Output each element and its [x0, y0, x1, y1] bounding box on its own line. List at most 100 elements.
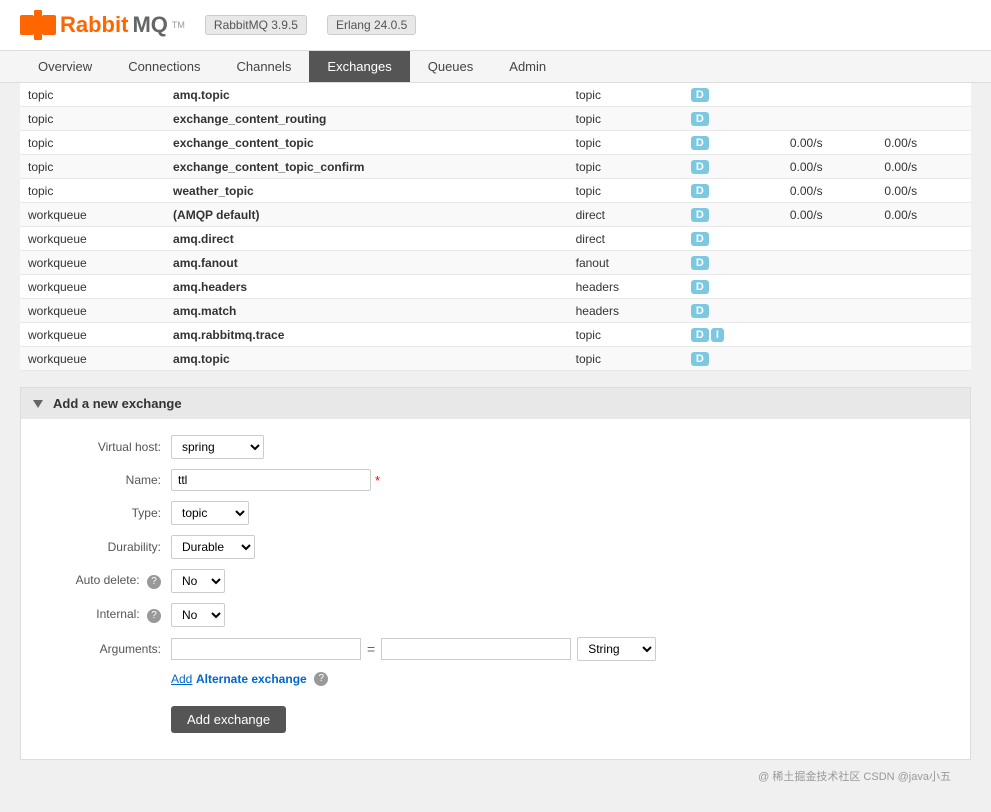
internal-label: Internal: ?	[41, 607, 171, 623]
alternate-exchange-help[interactable]: ?	[314, 672, 328, 686]
add-button-row: Add exchange	[41, 696, 950, 733]
type-select[interactable]: directfanoutheaderstopic	[171, 501, 249, 525]
features-cell: D	[683, 155, 782, 179]
nav-channels[interactable]: Channels	[218, 51, 309, 82]
vhost-cell: topic	[20, 83, 165, 107]
features-cell: DI	[683, 323, 782, 347]
vhost-cell: workqueue	[20, 347, 165, 371]
internal-select[interactable]: NoYes	[171, 603, 225, 627]
rate-out-cell	[876, 107, 971, 131]
logo-tm: TM	[172, 20, 185, 30]
nav-queues[interactable]: Queues	[410, 51, 492, 82]
nav-exchanges[interactable]: Exchanges	[309, 51, 409, 82]
table-row[interactable]: topicweather_topictopicD0.00/s0.00/s	[20, 179, 971, 203]
add-exchange-button[interactable]: Add exchange	[171, 706, 286, 733]
rate-in-cell	[782, 347, 877, 371]
vhost-cell: workqueue	[20, 251, 165, 275]
table-row[interactable]: workqueueamq.matchheadersD	[20, 299, 971, 323]
add-exchange-header[interactable]: Add a new exchange	[21, 388, 970, 419]
type-cell: topic	[568, 83, 683, 107]
type-label: Type:	[41, 506, 171, 520]
durability-label: Durability:	[41, 540, 171, 554]
rate-in-cell	[782, 275, 877, 299]
type-cell: topic	[568, 323, 683, 347]
rate-in-cell	[782, 323, 877, 347]
erlang-version: Erlang 24.0.5	[327, 15, 416, 35]
name-input[interactable]	[171, 469, 371, 491]
rate-out-cell	[876, 299, 971, 323]
rate-out-cell	[876, 227, 971, 251]
rabbit-logo-icon	[20, 10, 56, 40]
features-cell: D	[683, 131, 782, 155]
table-row[interactable]: workqueueamq.rabbitmq.tracetopicDI	[20, 323, 971, 347]
name-cell[interactable]: weather_topic	[165, 179, 568, 203]
rate-in-cell: 0.00/s	[782, 131, 877, 155]
table-row[interactable]: workqueue(AMQP default)directD0.00/s0.00…	[20, 203, 971, 227]
table-row[interactable]: topicexchange_content_topic_confirmtopic…	[20, 155, 971, 179]
name-cell[interactable]: exchange_content_routing	[165, 107, 568, 131]
table-row[interactable]: workqueueamq.topictopicD	[20, 347, 971, 371]
required-star: *	[375, 473, 380, 488]
arguments-value-input[interactable]	[381, 638, 571, 660]
type-cell: direct	[568, 203, 683, 227]
table-row[interactable]: workqueueamq.fanoutfanoutD	[20, 251, 971, 275]
nav-overview[interactable]: Overview	[20, 51, 110, 82]
name-cell[interactable]: amq.rabbitmq.trace	[165, 323, 568, 347]
type-cell: topic	[568, 155, 683, 179]
features-cell: D	[683, 179, 782, 203]
table-row[interactable]: topicexchange_content_routingtopicD	[20, 107, 971, 131]
vhost-cell: topic	[20, 155, 165, 179]
name-cell[interactable]: exchange_content_topic	[165, 131, 568, 155]
vhost-cell: topic	[20, 179, 165, 203]
auto-delete-select[interactable]: NoYes	[171, 569, 225, 593]
arguments-key-input[interactable]	[171, 638, 361, 660]
rate-in-cell	[782, 227, 877, 251]
arguments-label: Arguments:	[41, 642, 171, 656]
table-row[interactable]: topicamq.topictopicD	[20, 83, 971, 107]
durability-select[interactable]: DurableTransient	[171, 535, 255, 559]
add-exchange-title: Add a new exchange	[53, 396, 182, 411]
internal-help[interactable]: ?	[147, 609, 161, 623]
auto-delete-help[interactable]: ?	[147, 575, 161, 589]
arguments-row: Arguments: = StringNumberBoolean	[41, 637, 950, 661]
vhost-cell: topic	[20, 107, 165, 131]
add-exchange-section: Add a new exchange Virtual host: spring/…	[20, 387, 971, 760]
collapse-icon	[33, 400, 43, 408]
name-cell[interactable]: amq.fanout	[165, 251, 568, 275]
features-cell: D	[683, 83, 782, 107]
name-cell[interactable]: amq.topic	[165, 347, 568, 371]
logo: RabbitMQTM	[20, 10, 185, 40]
type-cell: topic	[568, 347, 683, 371]
type-cell: topic	[568, 131, 683, 155]
name-cell[interactable]: amq.direct	[165, 227, 568, 251]
name-cell[interactable]: exchange_content_topic_confirm	[165, 155, 568, 179]
type-cell: headers	[568, 299, 683, 323]
table-row[interactable]: workqueueamq.headersheadersD	[20, 275, 971, 299]
nav-admin[interactable]: Admin	[491, 51, 564, 82]
nav-connections[interactable]: Connections	[110, 51, 218, 82]
durability-row: Durability: DurableTransient	[41, 535, 950, 559]
rate-in-cell	[782, 107, 877, 131]
table-row[interactable]: workqueueamq.directdirectD	[20, 227, 971, 251]
name-label: Name:	[41, 473, 171, 487]
name-cell[interactable]: amq.headers	[165, 275, 568, 299]
name-cell[interactable]: amq.topic	[165, 83, 568, 107]
rabbitmq-version: RabbitMQ 3.9.5	[205, 15, 307, 35]
vhost-cell: workqueue	[20, 323, 165, 347]
virtual-host-select[interactable]: spring/topicworkqueue	[171, 435, 264, 459]
type-cell: direct	[568, 227, 683, 251]
rate-out-cell	[876, 323, 971, 347]
name-cell[interactable]: amq.match	[165, 299, 568, 323]
alternate-exchange-link[interactable]: Alternate exchange	[196, 672, 307, 686]
virtual-host-label: Virtual host:	[41, 440, 171, 454]
table-row[interactable]: topicexchange_content_topictopicD0.00/s0…	[20, 131, 971, 155]
arguments-type-select[interactable]: StringNumberBoolean	[577, 637, 656, 661]
vhost-cell: workqueue	[20, 203, 165, 227]
watermark: @ 稀土掘金技术社区 CSDN @java小五	[20, 760, 971, 792]
rate-in-cell	[782, 83, 877, 107]
rate-out-cell: 0.00/s	[876, 155, 971, 179]
name-cell[interactable]: (AMQP default)	[165, 203, 568, 227]
features-cell: D	[683, 347, 782, 371]
add-argument-button[interactable]: Add	[171, 672, 192, 686]
equals-sign: =	[367, 641, 375, 657]
